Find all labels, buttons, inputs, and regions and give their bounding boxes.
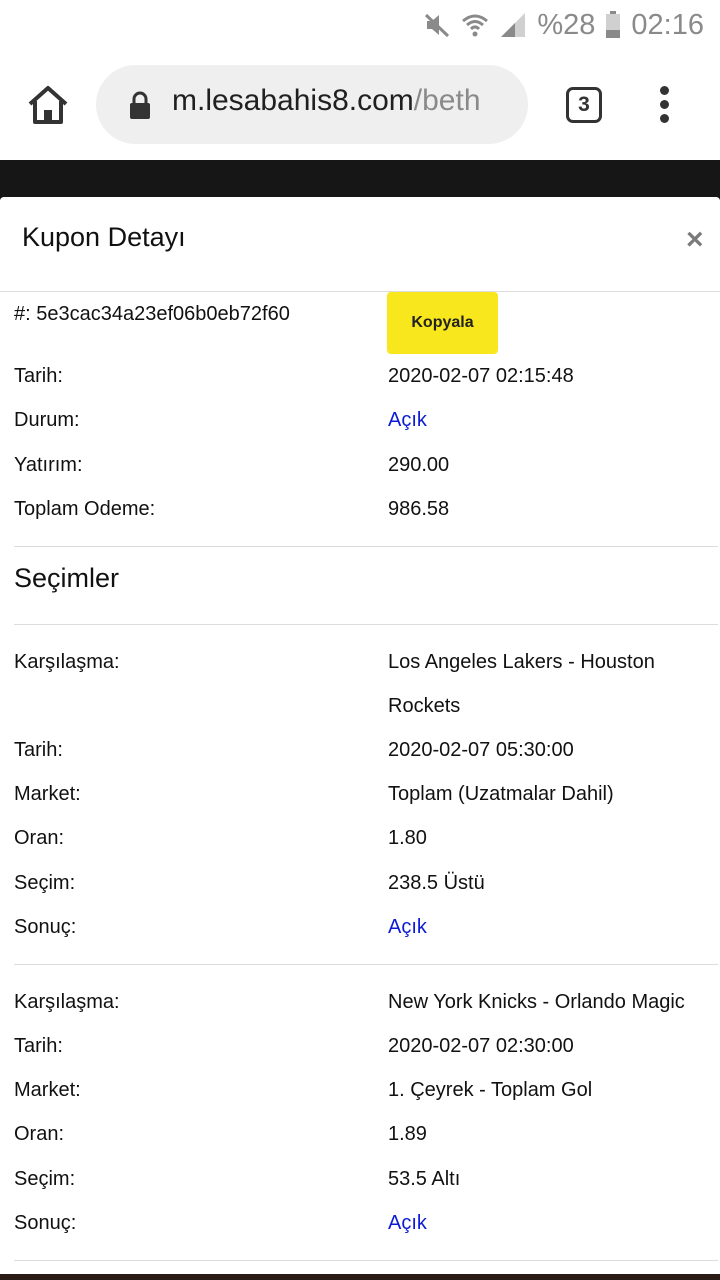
- tab-switcher-button[interactable]: 3: [566, 87, 602, 123]
- summary-label: Tarih:: [14, 365, 63, 387]
- summary-label: Toplam Odeme:: [14, 498, 156, 520]
- selection-label: Oran:: [14, 827, 65, 849]
- lock-icon: [130, 91, 150, 119]
- selection-value: 1. Çeyrek - Toplam Gol: [388, 1079, 593, 1101]
- summary-label: Durum:: [14, 409, 80, 431]
- selection-value: 2020-02-07 02:30:00: [388, 1035, 574, 1057]
- selection-value: Toplam (Uzatmalar Dahil): [388, 783, 614, 805]
- status-bar: %28 02:16: [0, 0, 720, 50]
- home-icon: [28, 86, 68, 124]
- selection-label: Market:: [14, 1079, 81, 1101]
- status-link[interactable]: Açık: [388, 398, 708, 442]
- selection-label: Tarih:: [14, 739, 63, 761]
- selection-value: 53.5 Altı: [388, 1168, 461, 1190]
- selection-label: Seçim:: [14, 1168, 76, 1190]
- browser-toolbar: m.lesabahis8.com/beth 3: [0, 50, 720, 160]
- battery-icon: [606, 11, 621, 38]
- selection-label: Karşılaşma:: [14, 651, 120, 673]
- menu-dot-icon: [659, 114, 669, 123]
- selections-title: Seçimler: [14, 563, 120, 593]
- selection-label: Seçim:: [14, 872, 76, 894]
- selection-label: Karşılaşma:: [14, 991, 120, 1013]
- selection-label: Oran:: [14, 1123, 65, 1145]
- selection-label: Market:: [14, 783, 81, 805]
- summary-value: 2020-02-07 02:15:48: [388, 365, 574, 387]
- selection-value: 2020-02-07 05:30:00: [388, 739, 574, 761]
- url-host: m.lesabahis8.com: [172, 84, 414, 117]
- summary-label: Yatırım:: [14, 454, 83, 476]
- selection-value: 238.5 Üstü: [388, 872, 485, 894]
- selection-label: Tarih:: [14, 1035, 63, 1057]
- menu-dot-icon: [659, 86, 669, 95]
- home-button[interactable]: [24, 82, 72, 130]
- divider: [14, 624, 718, 625]
- overflow-menu-button[interactable]: [654, 86, 674, 126]
- menu-dot-icon: [659, 100, 669, 109]
- url-path: /beth: [413, 84, 481, 117]
- modal-header: Kupon Detayı ×: [0, 197, 720, 292]
- close-button[interactable]: ×: [686, 223, 704, 257]
- summary-value: 290.00: [388, 454, 450, 476]
- divider: [14, 964, 718, 965]
- result-link[interactable]: Açık: [388, 905, 708, 949]
- signal-icon: [501, 13, 526, 37]
- bottom-strip: [0, 1274, 720, 1280]
- selection-value: Los Angeles Lakers - Houston Rockets: [388, 651, 655, 717]
- modal-title: Kupon Detayı: [22, 222, 186, 252]
- selection-value: 1.80: [388, 827, 427, 849]
- clock: 02:16: [631, 8, 704, 41]
- coupon-id: #: 5e3cac34a23ef06b0eb72f60: [14, 303, 290, 325]
- divider: [14, 546, 718, 547]
- summary-value: 986.58: [388, 498, 450, 520]
- selection-label: Sonuç:: [14, 916, 77, 938]
- selection-value: New York Knicks - Orlando Magic: [388, 991, 685, 1013]
- url-bar[interactable]: m.lesabahis8.com/beth: [96, 65, 528, 144]
- selection-value: 1.89: [388, 1123, 427, 1145]
- status-icons: %28 02:16: [423, 6, 704, 44]
- mute-icon: [425, 13, 450, 38]
- coupon-detail-modal: Kupon Detayı × #: 5e3cac34a23ef06b0eb72f…: [0, 197, 720, 1280]
- battery-percent: %28: [537, 8, 596, 41]
- page-backdrop: [0, 160, 720, 200]
- selection-label: Sonuç:: [14, 1212, 77, 1234]
- copy-button[interactable]: Kopyala: [387, 292, 498, 354]
- divider: [14, 1260, 718, 1261]
- result-link[interactable]: Açık: [388, 1201, 708, 1245]
- url-text: m.lesabahis8.com/beth: [172, 84, 512, 118]
- wifi-icon: [462, 14, 489, 37]
